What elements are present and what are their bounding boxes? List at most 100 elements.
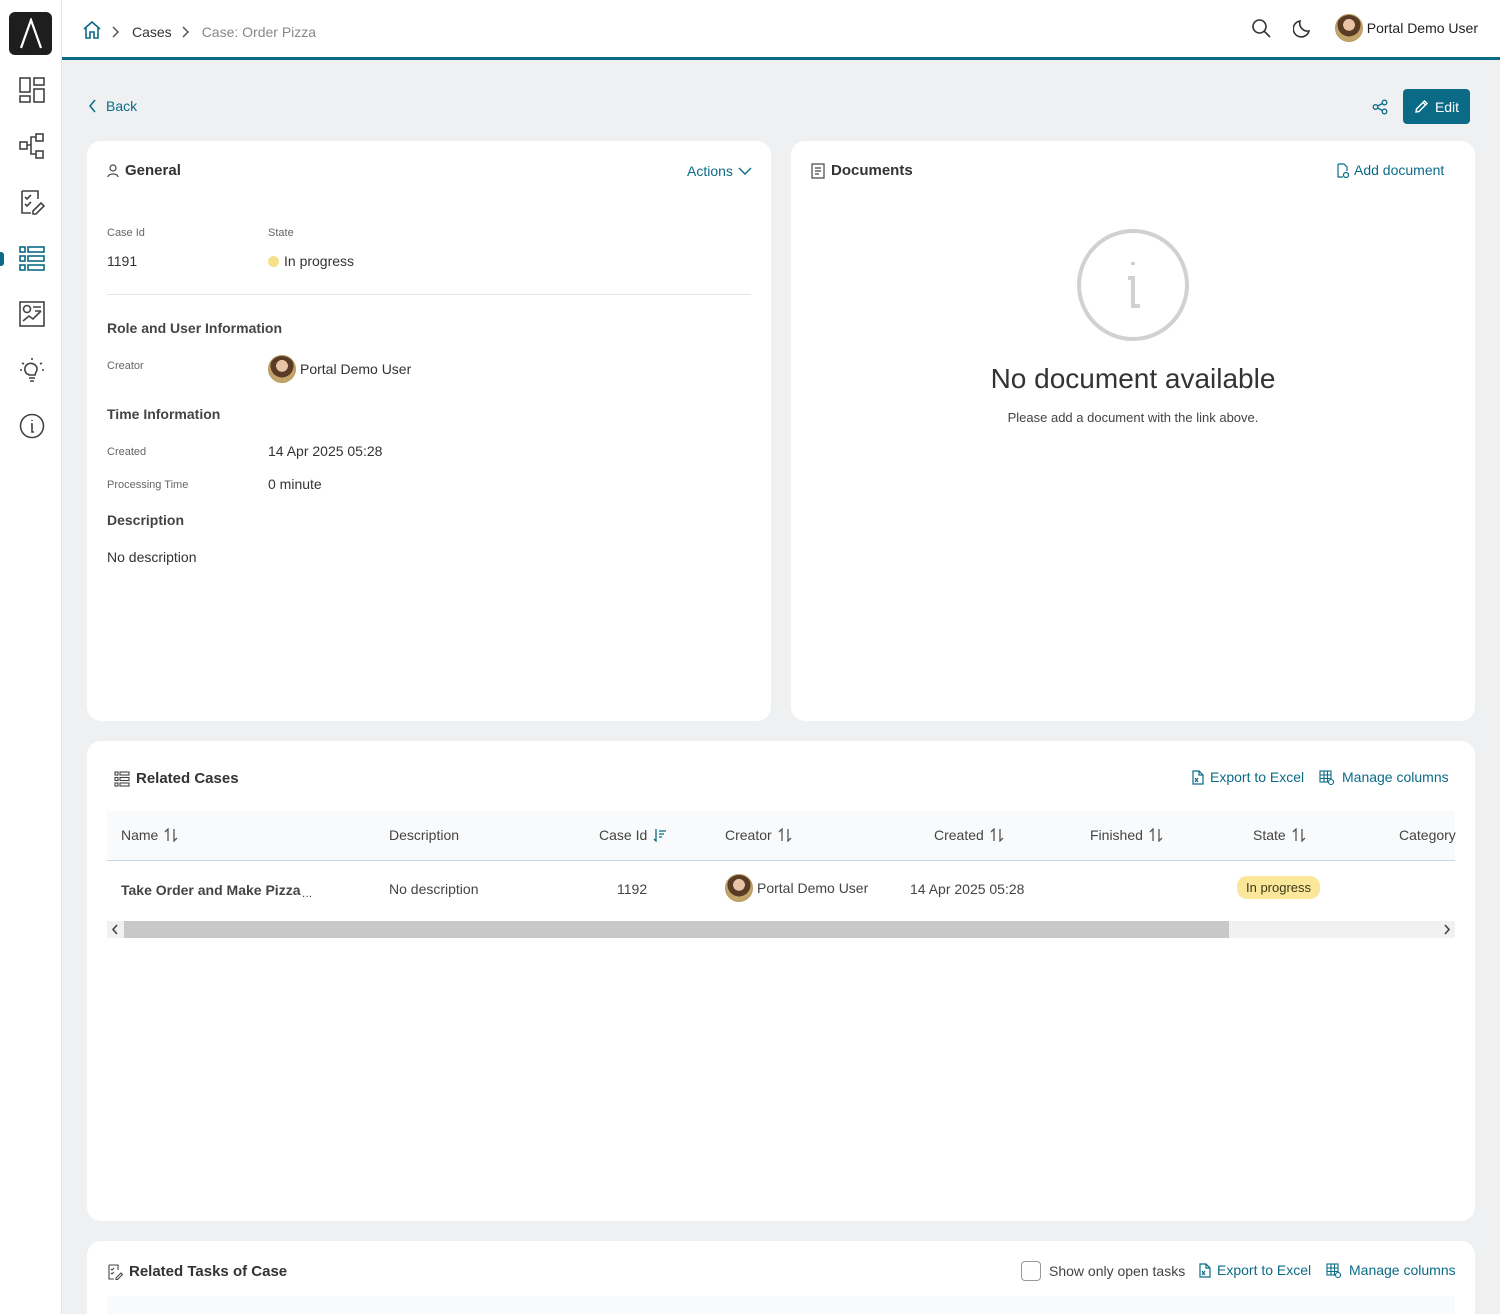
state-value: In progress [268, 253, 354, 269]
column-finished[interactable]: Finished [1090, 827, 1163, 843]
description-value: No description [107, 549, 197, 565]
open-tasks-checkbox[interactable] [1021, 1261, 1041, 1281]
chevron-left-icon [89, 99, 96, 113]
export-excel-label: Export to Excel [1210, 769, 1305, 785]
cases-icon[interactable] [16, 242, 48, 274]
back-link[interactable]: Back [88, 98, 137, 114]
cell-creator: Portal Demo User [725, 874, 868, 902]
related-cases-card: Related Cases Export to Excel Manage col… [87, 741, 1475, 1221]
column-state[interactable]: State [1253, 827, 1306, 843]
edit-button[interactable]: Edit [1403, 89, 1470, 124]
empty-info-icon [1076, 228, 1190, 342]
ideas-icon[interactable] [16, 354, 48, 386]
divider [107, 294, 751, 295]
column-created[interactable]: Created [934, 827, 1004, 843]
column-finished-label: Finished [1090, 827, 1143, 843]
state-text: In progress [284, 253, 355, 269]
scrollbar-thumb[interactable] [124, 921, 1229, 938]
empty-title: No document available [990, 363, 1276, 394]
dark-mode-icon[interactable] [1291, 16, 1315, 40]
tasks-table-header [107, 1296, 1455, 1314]
tasks-manage-columns-button[interactable]: Manage columns [1326, 1262, 1456, 1278]
pencil-icon [1415, 100, 1428, 113]
column-case-id[interactable]: Case Id [599, 827, 667, 843]
home-icon[interactable] [82, 20, 102, 43]
processing-time-value: 0 minute [268, 476, 322, 492]
statistics-icon[interactable] [16, 298, 48, 330]
sidebar-active-indicator [0, 252, 4, 266]
list-icon [114, 770, 130, 787]
column-description[interactable]: Description [389, 827, 459, 843]
tasks-manage-columns-label: Manage columns [1349, 1262, 1456, 1278]
related-tasks-card: Related Tasks of Case Show only open tas… [87, 1241, 1475, 1314]
export-excel-button[interactable]: Export to Excel [1191, 769, 1304, 785]
state-label: State [268, 227, 294, 239]
actions-dropdown[interactable]: Actions [687, 163, 752, 179]
cell-name[interactable]: Take Order and Make Pizza … [121, 880, 312, 900]
general-title: General [125, 162, 181, 179]
description-section-title: Description [107, 512, 185, 528]
documents-card: Documents Add document No document avail… [791, 141, 1475, 721]
user-name: Portal Demo User [1366, 20, 1478, 36]
avatar [1334, 14, 1363, 42]
documents-header: Documents [811, 162, 913, 179]
add-document-icon [1337, 162, 1349, 178]
cell-state: In progress [1237, 876, 1321, 899]
column-name[interactable]: Name [121, 827, 178, 843]
column-case-id-label: Case Id [599, 827, 648, 843]
manage-columns-button[interactable]: Manage columns [1319, 769, 1449, 785]
case-id-value: 1191 [107, 253, 138, 269]
column-category[interactable]: Category [1399, 827, 1456, 843]
back-label: Back [106, 98, 138, 114]
cell-description: No description [389, 881, 479, 897]
processing-time-label: Processing Time [107, 479, 189, 491]
scroll-left-icon[interactable] [111, 924, 119, 935]
edit-label: Edit [1434, 98, 1460, 115]
excel-icon [1192, 769, 1204, 785]
breadcrumb: Cases Case: Order Pizza [82, 20, 316, 43]
documents-title: Documents [831, 162, 913, 179]
dashboard-icon[interactable] [16, 74, 48, 106]
cell-name-text: Take Order and Make Pizza [121, 882, 301, 898]
state-dot-icon [268, 255, 279, 267]
column-creator[interactable]: Creator [725, 827, 792, 843]
column-description-label: Description [389, 827, 460, 843]
scroll-right-icon[interactable] [1443, 924, 1451, 935]
document-icon [811, 162, 825, 179]
search-icon[interactable] [1249, 16, 1273, 40]
tasks-export-excel-label: Export to Excel [1217, 1262, 1312, 1278]
sort-icon [990, 828, 1004, 842]
open-tasks-label: Show only open tasks [1049, 1263, 1186, 1279]
tasks-icon [108, 1263, 123, 1280]
horizontal-scrollbar[interactable] [107, 921, 1455, 938]
chevron-down-icon [738, 167, 752, 175]
tasks-icon[interactable] [16, 186, 48, 218]
related-tasks-header: Related Tasks of Case [107, 1263, 287, 1280]
open-tasks-filter[interactable]: Show only open tasks [1021, 1261, 1185, 1281]
cell-created: 14 Apr 2025 05:28 [910, 881, 1025, 897]
user-icon [107, 163, 119, 177]
creator-label: Creator [107, 360, 144, 372]
avatar [268, 355, 296, 383]
general-header: General [107, 162, 181, 179]
actions-label: Actions [687, 163, 733, 179]
manage-columns-label: Manage columns [1342, 769, 1449, 785]
creator-name: Portal Demo User [300, 361, 412, 377]
case-id-label: Case Id [107, 227, 145, 239]
excel-icon [1199, 1262, 1211, 1278]
add-document-label: Add document [1354, 162, 1445, 178]
time-section-title: Time Information [107, 406, 221, 422]
process-icon[interactable] [16, 130, 48, 162]
breadcrumb-cases[interactable]: Cases [132, 24, 172, 40]
share-icon[interactable] [1370, 97, 1390, 117]
status-badge: In progress [1237, 876, 1321, 899]
user-menu[interactable]: Portal Demo User [1334, 14, 1478, 42]
info-icon[interactable] [16, 410, 48, 442]
add-document-button[interactable]: Add document [1336, 162, 1444, 178]
cell-case-id: 1192 [617, 881, 648, 897]
tasks-export-excel-button[interactable]: Export to Excel [1198, 1262, 1311, 1278]
empty-hint: Please add a document with the link abov… [1007, 410, 1259, 425]
app-logo[interactable] [9, 12, 52, 55]
role-section-title: Role and User Information [107, 320, 283, 336]
sort-icon [164, 828, 178, 842]
